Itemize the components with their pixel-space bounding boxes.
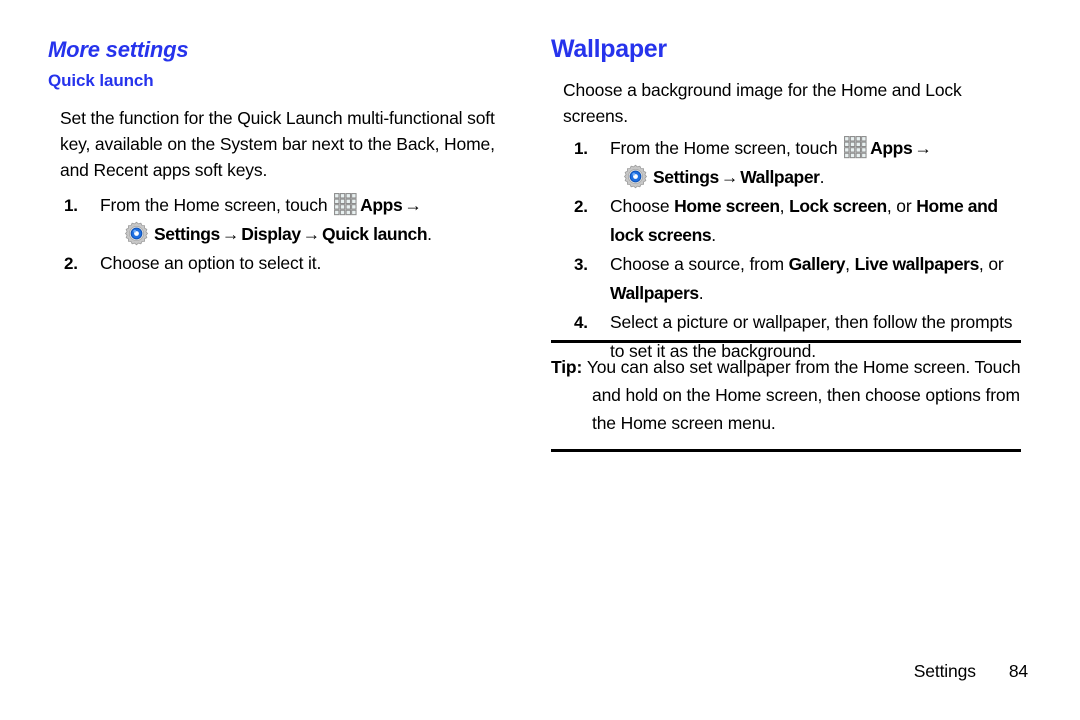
step-text: Choose Home screen, Lock screen, or Home… <box>610 192 1026 250</box>
step-text-lead: From the Home screen, touch <box>100 194 333 215</box>
option-home-screen: Home screen <box>674 195 780 216</box>
left-steps-list: 1. From the Home screen, touch Apps → Se… <box>48 191 523 278</box>
display-label: Display <box>241 223 301 244</box>
step-line-2: Settings → Display → Quick launch. <box>100 220 523 249</box>
arrow-icon-2: → <box>221 223 240 244</box>
wallpaper-label: Wallpaper <box>740 166 820 187</box>
settings-gear-icon <box>623 164 648 189</box>
step-number: 3. <box>574 254 588 274</box>
step-line-1: From the Home screen, touch Apps → <box>100 191 523 220</box>
footer-section-label: Settings <box>913 661 976 681</box>
option-live-wallpapers: Live wallpapers <box>854 253 980 274</box>
option-lock-screen: Lock screen <box>789 195 887 216</box>
right-intro-paragraph: Choose a background image for the Home a… <box>563 79 962 126</box>
left-step-1: 1. From the Home screen, touch Apps → Se… <box>48 191 523 249</box>
arrow-icon-1: → <box>404 194 422 215</box>
quick-launch-label: Quick launch <box>322 223 428 244</box>
apps-label: Apps <box>870 137 913 158</box>
subheading-quick-launch: Quick launch <box>48 71 154 91</box>
settings-label: Settings <box>653 166 719 187</box>
step-number: 1. <box>574 138 588 158</box>
left-intro-paragraph: Set the function for the Quick Launch mu… <box>60 107 495 180</box>
step-text-lead: From the Home screen, touch <box>610 137 843 158</box>
tip-paragraph: Tip: You can also set wallpaper from the… <box>551 353 1021 437</box>
step-period: . <box>698 282 704 303</box>
step-number: 2. <box>574 196 588 216</box>
arrow-icon-1: → <box>914 137 932 158</box>
arrow-icon-3: → <box>302 223 321 244</box>
tip-label: Tip: <box>551 357 583 377</box>
manual-page: More settings Quick launch Set the funct… <box>0 0 1080 720</box>
settings-gear-icon <box>124 221 149 246</box>
step-number: 2. <box>64 253 78 273</box>
sep-1: , <box>779 195 790 216</box>
right-step-1: 1. From the Home screen, touch Apps → Se… <box>551 134 1026 192</box>
step-prefix: Choose <box>610 195 675 216</box>
step-text: Choose a source, from Gallery, Live wall… <box>610 250 1026 308</box>
step-number: 4. <box>574 312 588 332</box>
apps-label: Apps <box>360 194 403 215</box>
step-line-2: Settings → Wallpaper. <box>610 163 1026 192</box>
tip-body: You can also set wallpaper from the Home… <box>586 357 1021 433</box>
footer-content: Settings 84 <box>914 661 1028 682</box>
sep-2: , or <box>978 253 1004 274</box>
option-gallery: Gallery <box>788 253 846 274</box>
step-number: 1. <box>64 195 78 215</box>
sep-2: , or <box>886 195 917 216</box>
apps-grid-icon <box>844 135 867 159</box>
apps-grid-icon <box>334 192 357 216</box>
left-step-2: 2. Choose an option to select it. <box>48 249 523 278</box>
step-period: . <box>819 166 825 187</box>
settings-label: Settings <box>154 223 220 244</box>
step-prefix: Choose a source, from <box>610 253 789 274</box>
left-column: More settings Quick launch Set the funct… <box>48 37 523 278</box>
option-wallpapers: Wallpapers <box>610 282 699 303</box>
right-step-2: 2. Choose Home screen, Lock screen, or H… <box>551 192 1026 250</box>
arrow-icon-2: → <box>720 166 739 187</box>
step-text: Choose an option to select it. <box>100 252 322 273</box>
section-heading-more-settings: More settings <box>48 37 189 62</box>
chapter-heading-wallpaper: Wallpaper <box>551 35 667 63</box>
step-period: . <box>427 223 432 244</box>
step-period: . <box>711 224 716 245</box>
tip-box: Tip: You can also set wallpaper from the… <box>551 340 1021 452</box>
step-line-1: From the Home screen, touch Apps → <box>610 134 1026 163</box>
page-footer: Settings 84 <box>0 660 1080 720</box>
right-column: Wallpaper Choose a background image for … <box>551 35 1026 366</box>
right-steps-list: 1. From the Home screen, touch Apps → Se… <box>551 134 1026 366</box>
sep-1: , <box>845 253 855 274</box>
footer-page-number: 84 <box>1008 661 1028 681</box>
right-step-3: 3. Choose a source, from Gallery, Live w… <box>551 250 1026 308</box>
